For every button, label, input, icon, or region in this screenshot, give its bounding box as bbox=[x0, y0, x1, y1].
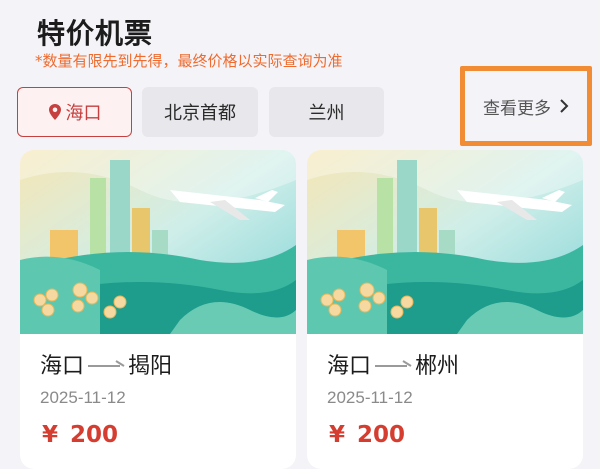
flight-illustration bbox=[20, 150, 296, 334]
flight-route: 海口 郴州 bbox=[327, 348, 459, 380]
flight-card[interactable]: 海口 郴州 2025-11-12 ¥200 bbox=[307, 150, 583, 469]
flight-date: 2025-11-12 bbox=[327, 388, 413, 407]
flight-date: 2025-11-12 bbox=[40, 388, 126, 407]
destination-city: 郴州 bbox=[415, 354, 460, 379]
origin-city: 海口 bbox=[327, 354, 372, 379]
price-value: 200 bbox=[70, 422, 119, 448]
city-tab-label: 海口 bbox=[65, 103, 102, 124]
city-tab-beijing[interactable]: 北京首都 bbox=[142, 87, 258, 137]
view-more-label: 查看更多 bbox=[483, 98, 551, 119]
city-tab-label: 兰州 bbox=[308, 103, 345, 124]
city-tab-label: 北京首都 bbox=[164, 103, 236, 124]
flight-illustration bbox=[307, 150, 583, 334]
chevron-right-icon bbox=[560, 99, 569, 113]
city-tab-lanzhou[interactable]: 兰州 bbox=[269, 87, 384, 137]
view-more-button[interactable]: 查看更多 bbox=[460, 66, 592, 146]
flight-price: ¥200 bbox=[329, 422, 405, 448]
route-arrow-icon bbox=[88, 360, 125, 367]
origin-city: 海口 bbox=[40, 354, 85, 379]
city-tab-haikou[interactable]: 海口 bbox=[17, 87, 132, 137]
flight-price: ¥200 bbox=[42, 422, 118, 448]
flight-route: 海口 揭阳 bbox=[40, 348, 172, 380]
flight-card[interactable]: 海口 揭阳 2025-11-12 ¥200 bbox=[20, 150, 296, 469]
route-arrow-icon bbox=[375, 360, 412, 367]
location-pin-icon bbox=[48, 104, 61, 120]
destination-city: 揭阳 bbox=[128, 354, 173, 379]
currency-symbol: ¥ bbox=[329, 422, 346, 448]
currency-symbol: ¥ bbox=[42, 422, 59, 448]
notice-text: *数量有限先到先得，最终价格以实际查询为准 bbox=[35, 52, 343, 70]
price-value: 200 bbox=[357, 422, 406, 448]
page-title: 特价机票 bbox=[37, 17, 154, 50]
